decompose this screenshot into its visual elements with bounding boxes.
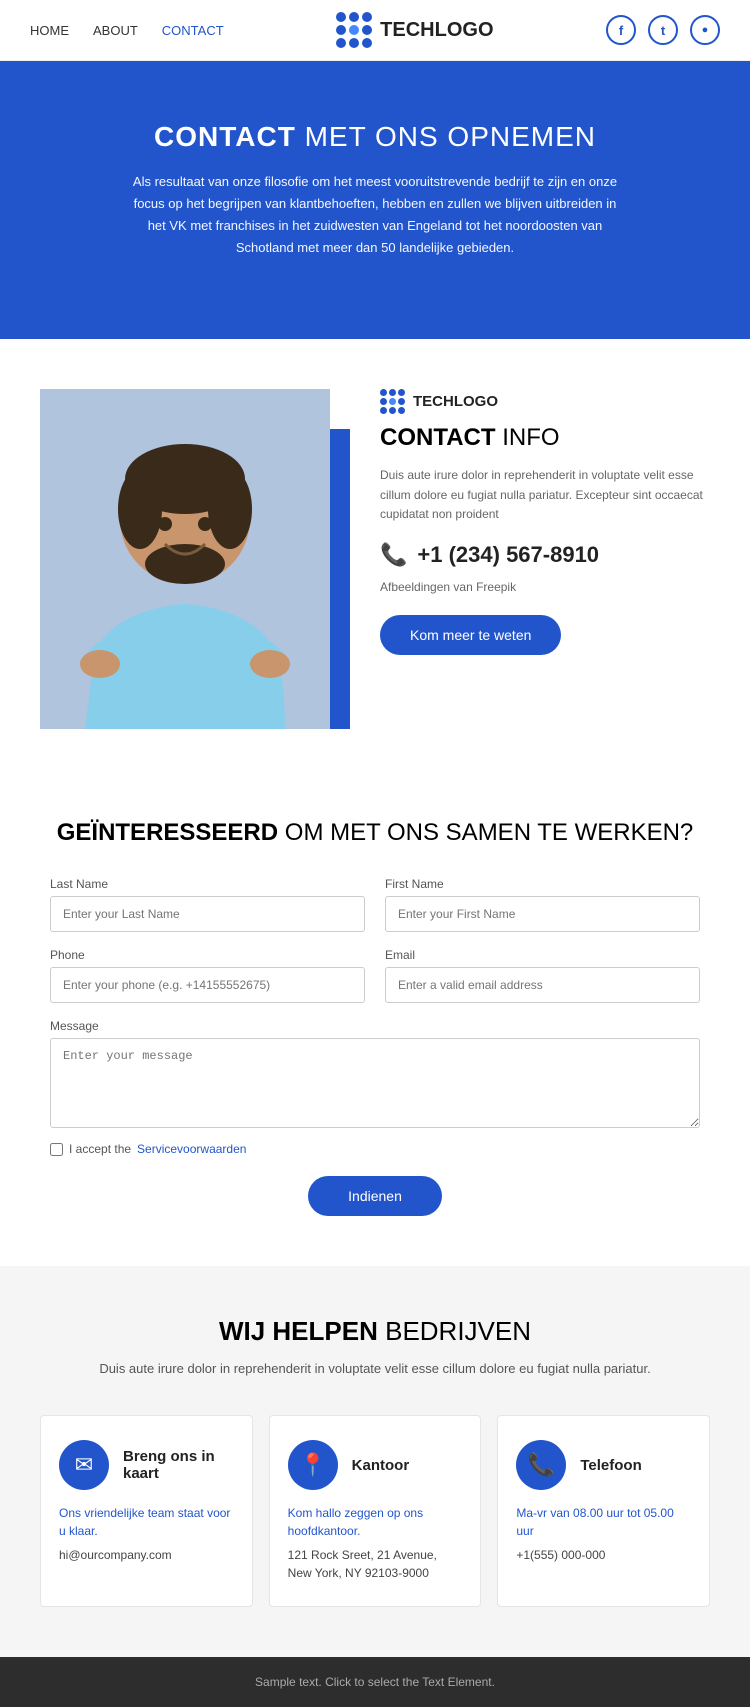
message-group: Message bbox=[50, 1019, 700, 1128]
phone-card-text: +1(555) 000-000 bbox=[516, 1548, 605, 1562]
message-textarea[interactable] bbox=[50, 1038, 700, 1128]
contact-info-description: Duis aute irure dolor in reprehenderit i… bbox=[380, 466, 710, 524]
freepik-credit: Afbeeldingen van Freepik bbox=[380, 578, 710, 597]
phone-input[interactable] bbox=[50, 967, 365, 1003]
nav-about[interactable]: ABOUT bbox=[93, 23, 138, 38]
first-name-group: First Name bbox=[385, 877, 700, 932]
nav-links: HOME ABOUT CONTACT bbox=[30, 23, 224, 38]
phone-card-title: Telefoon bbox=[580, 1457, 641, 1474]
logo-text: TECHLOGO bbox=[380, 19, 493, 42]
submit-button[interactable]: Indienen bbox=[308, 1176, 442, 1216]
logo-dots-icon bbox=[336, 12, 372, 48]
nav-contact[interactable]: CONTACT bbox=[162, 23, 224, 38]
form-row-name: Last Name First Name bbox=[50, 877, 700, 932]
email-label: Email bbox=[385, 948, 700, 962]
phone-group: Phone bbox=[50, 948, 365, 1003]
contact-text: TECHLOGO CONTACT INFO Duis aute irure do… bbox=[380, 379, 710, 655]
form-title: GEÏNTERESSEERD OM MET ONS SAMEN TE WERKE… bbox=[50, 819, 700, 847]
phone-card-link[interactable]: Ma-vr van 08.00 uur tot 05.00 uur bbox=[516, 1504, 691, 1540]
checkbox-text: I accept the bbox=[69, 1142, 131, 1156]
phone-number: +1 (234) 567-8910 bbox=[417, 542, 599, 568]
checkbox-row: I accept the Servicevoorwaarden bbox=[50, 1142, 700, 1156]
help-title: WIJ HELPEN BEDRIJVEN bbox=[40, 1316, 710, 1347]
card-header-office: 📍 Kantoor bbox=[288, 1440, 463, 1490]
card-header-phone: 📞 Telefoon bbox=[516, 1440, 691, 1490]
office-card-icon: 📍 bbox=[288, 1440, 338, 1490]
email-card-icon: ✉ bbox=[59, 1440, 109, 1490]
facebook-icon[interactable]: f bbox=[606, 15, 636, 45]
help-section: WIJ HELPEN BEDRIJVEN Duis aute irure dol… bbox=[0, 1266, 750, 1657]
form-section: GEÏNTERESSEERD OM MET ONS SAMEN TE WERKE… bbox=[0, 779, 750, 1266]
email-group: Email bbox=[385, 948, 700, 1003]
last-name-label: Last Name bbox=[50, 877, 365, 891]
office-card-text: 121 Rock Sreet, 21 Avenue,New York, NY 9… bbox=[288, 1548, 437, 1580]
email-card-text: hi@ourcompany.com bbox=[59, 1548, 172, 1562]
phone-card-icon: 📞 bbox=[516, 1440, 566, 1490]
help-card-office: 📍 Kantoor Kom hallo zeggen op ons hoofdk… bbox=[269, 1415, 482, 1607]
hero-title: CONTACT MET ONS OPNEMEN bbox=[30, 121, 720, 153]
nav-home[interactable]: HOME bbox=[30, 23, 69, 38]
first-name-input[interactable] bbox=[385, 896, 700, 932]
mini-logo-text: TECHLOGO bbox=[413, 393, 498, 410]
card-header-email: ✉ Breng ons in kaart bbox=[59, 1440, 234, 1490]
form-row-contact: Phone Email bbox=[50, 948, 700, 1003]
person-image bbox=[40, 389, 330, 729]
hero-description: Als resultaat van onze filosofie om het … bbox=[125, 171, 625, 259]
person-svg bbox=[40, 389, 330, 729]
office-card-title: Kantoor bbox=[352, 1457, 410, 1474]
help-cards: ✉ Breng ons in kaart Ons vriendelijke te… bbox=[40, 1415, 710, 1607]
mini-logo: TECHLOGO bbox=[380, 389, 710, 414]
contact-info-title: CONTACT INFO bbox=[380, 424, 710, 452]
phone-label: Phone bbox=[50, 948, 365, 962]
contact-info-section: TECHLOGO CONTACT INFO Duis aute irure do… bbox=[0, 339, 750, 779]
navbar: HOME ABOUT CONTACT TECHLOGO f t ● bbox=[0, 0, 750, 61]
phone-icon: 📞 bbox=[380, 542, 407, 568]
email-card-title: Breng ons in kaart bbox=[123, 1448, 234, 1482]
terms-checkbox[interactable] bbox=[50, 1143, 63, 1156]
office-card-link[interactable]: Kom hallo zeggen op ons hoofdkantoor. bbox=[288, 1504, 463, 1540]
mini-logo-dots-icon bbox=[380, 389, 405, 414]
nav-logo: TECHLOGO bbox=[336, 12, 493, 48]
phone-row: 📞 +1 (234) 567-8910 bbox=[380, 542, 710, 568]
hero-section: CONTACT MET ONS OPNEMEN Als resultaat va… bbox=[0, 61, 750, 339]
help-subtitle: Duis aute irure dolor in reprehenderit i… bbox=[40, 1359, 710, 1380]
terms-link[interactable]: Servicevoorwaarden bbox=[137, 1142, 246, 1156]
learn-more-button[interactable]: Kom meer te weten bbox=[380, 615, 561, 655]
form-submit: Indienen bbox=[50, 1176, 700, 1216]
instagram-icon[interactable]: ● bbox=[690, 15, 720, 45]
footer-text: Sample text. Click to select the Text El… bbox=[255, 1675, 495, 1689]
footer: Sample text. Click to select the Text El… bbox=[0, 1657, 750, 1707]
last-name-group: Last Name bbox=[50, 877, 365, 932]
last-name-input[interactable] bbox=[50, 896, 365, 932]
help-card-phone: 📞 Telefoon Ma-vr van 08.00 uur tot 05.00… bbox=[497, 1415, 710, 1607]
twitter-icon[interactable]: t bbox=[648, 15, 678, 45]
help-card-email: ✉ Breng ons in kaart Ons vriendelijke te… bbox=[40, 1415, 253, 1607]
social-icons: f t ● bbox=[606, 15, 720, 45]
person-image-wrap bbox=[40, 379, 350, 729]
email-card-link[interactable]: Ons vriendelijke team staat voor u klaar… bbox=[59, 1504, 234, 1540]
first-name-label: First Name bbox=[385, 877, 700, 891]
message-label: Message bbox=[50, 1019, 700, 1033]
email-input[interactable] bbox=[385, 967, 700, 1003]
